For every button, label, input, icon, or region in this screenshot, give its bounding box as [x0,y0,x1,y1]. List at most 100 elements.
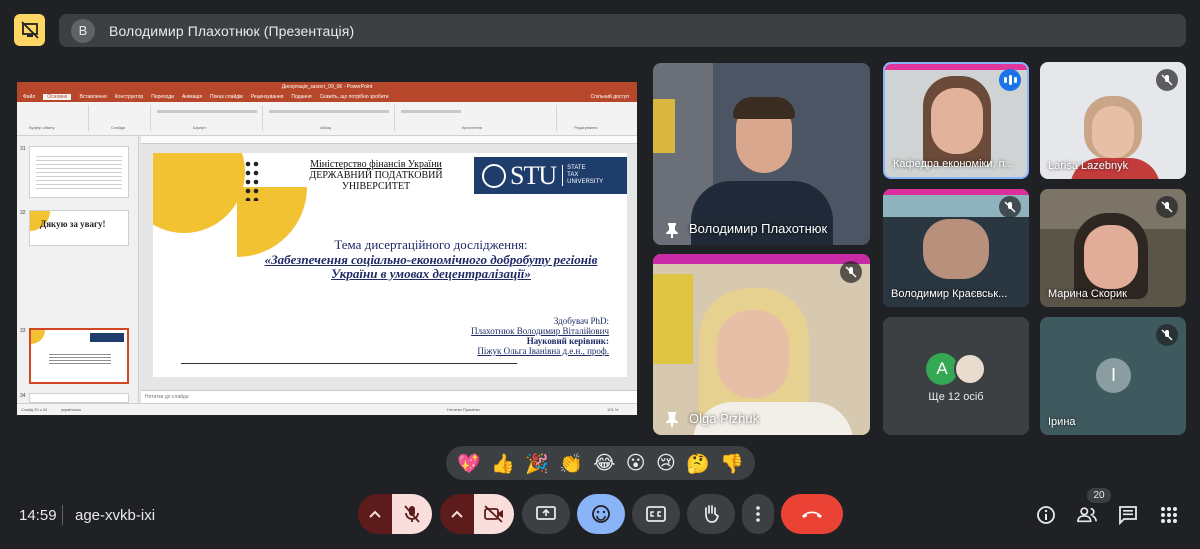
camera-toggle-button[interactable] [474,494,514,534]
ribbon-group: Редагування [559,105,629,131]
current-slide: Міністерство фінансів України ДЕРЖАВНИЙ … [153,153,627,377]
slide-authors: Здобувач PhD: Плахотнюк Володимир Віталі… [471,316,609,356]
ribbon-group: Буфер обміну [19,105,89,131]
topic-title: «Забезпечення соціально-економічного доб… [264,252,598,281]
face-shape [1092,106,1134,158]
logo-sub-line: STATE [567,165,586,171]
hand-icon [705,505,719,523]
reaction-thinking[interactable]: 🤔 [686,452,710,475]
meeting-code: age-xvkb-ixi [75,507,156,524]
ppt-tab: Подання [291,94,312,100]
present-screen-button[interactable] [522,494,570,534]
reaction-sad[interactable]: 😢 [656,452,676,474]
stu-seal-icon [482,163,506,188]
mic-toggle-button[interactable] [392,494,432,534]
ribbon-group-label: Креслення [462,125,482,130]
ppt-tab: Вставлення [79,94,107,100]
leave-call-button[interactable] [781,494,843,534]
more-participants-tile[interactable]: А Ще 12 осіб [883,317,1029,435]
ribbon-font-box [157,110,257,113]
slide-thumbnail[interactable] [29,146,129,198]
mic-off-icon [999,196,1021,218]
more-options-button[interactable] [742,494,774,534]
chevron-up-icon [369,510,381,518]
participant-tile-olga[interactable]: Olga Pizhuk [653,254,870,435]
ruler [141,136,637,144]
ribbon-paragraph-row [269,110,389,113]
participant-tile-kafedra[interactable]: Кафедра економіки, п... [883,62,1029,179]
logo-text: STU [510,160,557,190]
captions-button[interactable] [632,494,680,534]
participant-tile-larisa[interactable]: Larisa Lazebnyk [1040,62,1186,179]
reaction-clap[interactable]: 👏 [559,452,583,475]
presentation-banner: В Володимир Плахотнюк (Презентація) [59,14,1186,47]
pin-icon [666,412,678,427]
face-shape [923,219,989,279]
slide-thumbnail-selected[interactable] [29,328,129,384]
participant-name: Володимир Краєвськ... [891,288,1008,300]
presentation-screen-icon[interactable] [14,14,45,46]
participant-tile-maryna[interactable]: Марина Скорик [1040,189,1186,307]
notes-pane[interactable]: Нотатки до слайда [141,390,637,403]
people-icon [1077,507,1097,523]
slide-number: 31 [20,146,26,152]
ppt-ribbon: Буфер обміну Слайди Шрифт Абзац Кресленн… [17,102,637,136]
mic-options-button[interactable] [358,494,392,534]
ribbon-group: Слайди [91,105,151,131]
slide-number: 32 [20,210,26,216]
ppt-tab: Скажіть, що потрібно зробити [319,94,389,100]
bg-decor [883,189,1029,195]
bg-flag [653,274,693,364]
reactions-button[interactable] [577,494,625,534]
divider [62,505,63,525]
slide-number: 34 [20,393,26,399]
reaction-laugh[interactable]: 😂 [593,452,615,474]
bg-decor [653,254,870,264]
ppt-tab: Анімація [181,94,203,100]
pin-icon [666,223,678,238]
participant-name: Кафедра економіки, п... [893,158,1014,170]
raise-hand-button[interactable] [687,494,735,534]
captions-icon [646,506,666,522]
ribbon-group: Абзац [265,105,395,131]
ppt-status-bar: Слайд 33 з 34 українська Нотатки Примітк… [17,403,637,415]
slide-thumbnail[interactable] [29,393,129,403]
thumb-table [36,153,122,189]
activities-button[interactable] [1159,505,1179,525]
speaking-indicator-icon [999,69,1021,91]
shared-screen[interactable]: Дисертація_захист_09_06 - PowerPoint Фай… [17,82,637,415]
mic-off-icon [1156,196,1178,218]
presentation-title: Володимир Плахотнюк (Презентація) [109,22,355,39]
participant-avatar-photo [954,353,986,385]
status-view-buttons: Нотатки Примітки [447,407,480,412]
slide-thumbnail[interactable]: Дякую за увагу! [29,210,129,246]
ppt-tab: Показ слайдів [210,94,243,100]
participant-tile-main[interactable]: Володимир Плахотнюк [653,63,870,245]
people-button[interactable] [1077,505,1097,525]
camera-options-button[interactable] [440,494,474,534]
participant-name: Larisa Lazebnyk [1048,160,1129,172]
clock: 14:59 [19,507,57,524]
applicant-name: Плахотнюк Володимир Віталійович [471,326,609,336]
reaction-thumbs-down[interactable]: 👎 [720,452,744,475]
participant-count-badge: 20 [1087,488,1111,503]
ministry-line: УНІВЕРСИТЕТ [341,181,411,192]
hair-shape [733,97,795,119]
participant-tile-volodymyr-k[interactable]: Володимир Краєвськ... [883,189,1029,307]
hang-up-icon [802,511,822,518]
reaction-party[interactable]: 🎉 [525,452,549,475]
reaction-surprised[interactable]: 😮 [626,452,646,474]
ministry-line: ДЕРЖАВНИЙ ПОДАТКОВИЙ [309,170,443,181]
supervisor-label: Науковий керівник: [526,336,609,346]
presenter-avatar: В [71,18,95,43]
slide-ministry-header: Міністерство фінансів України ДЕРЖАВНИЙ … [301,159,451,192]
chat-button[interactable] [1118,505,1138,525]
reaction-thumbs-up[interactable]: 👍 [491,452,515,475]
ppt-tab: Файл [23,94,36,100]
reaction-heart[interactable]: 💖 [457,452,481,475]
slide-topic: Тема дисертаційного дослідження: «Забезп… [251,237,611,281]
chevron-up-icon [451,510,463,518]
participant-tile-iryna[interactable]: І Ірина [1040,317,1186,435]
meeting-details-button[interactable] [1036,505,1056,525]
ppt-workspace: 31 32 Дякую за увагу! 33 34 Міністерство… [17,136,637,403]
